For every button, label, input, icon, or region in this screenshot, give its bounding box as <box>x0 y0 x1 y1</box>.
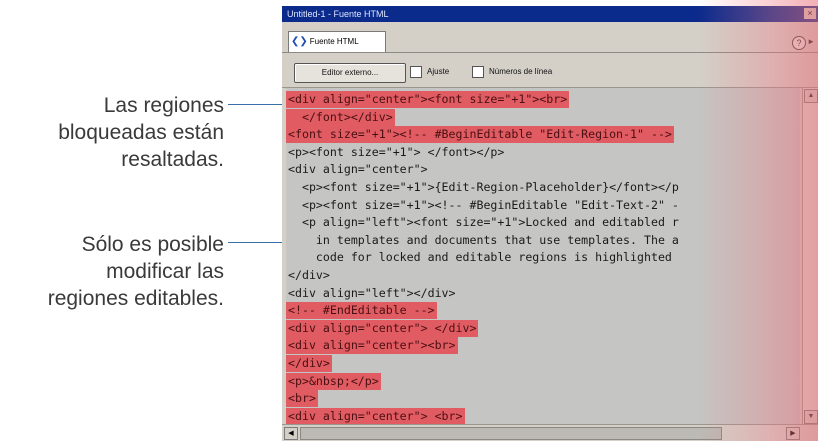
callout-locked-line-3: resaltadas. <box>121 148 224 171</box>
code-line-locked[interactable]: <font size="+1"><!-- #BeginEditable "Edi… <box>286 126 674 144</box>
external-editor-button[interactable]: Editor externo... <box>294 63 406 83</box>
code-line-locked[interactable]: <div align="center"> </div> <box>286 319 479 337</box>
vertical-scrollbar[interactable]: ▲ ▼ <box>802 88 818 425</box>
callout-locked-line-2: bloqueadas están <box>58 121 224 144</box>
horizontal-scrollbar[interactable]: ◀ ▶ <box>282 424 818 441</box>
code-line-editable[interactable]: <div align="center"> <box>286 161 430 178</box>
callout-editable-line-3: regiones editables. <box>47 287 224 310</box>
callout-editable-line-1: Sólo es posible <box>81 233 224 256</box>
html-source-window: Untitled-1 - Fuente HTML × ❮❯ Fuente HTML… <box>282 6 818 441</box>
tab-html-source-label: Fuente HTML <box>309 37 359 46</box>
code-line-editable[interactable]: </div> <box>286 267 332 284</box>
options-menu-arrow-icon[interactable]: ► <box>807 37 815 46</box>
tab-row: ❮❯ Fuente HTML ? ► <box>282 22 818 53</box>
code-line-locked[interactable]: <div align="center"><br> <box>286 337 458 355</box>
code-line-locked[interactable]: <!-- #EndEditable --> <box>286 302 437 320</box>
window-title: Untitled-1 - Fuente HTML <box>287 9 389 19</box>
wrap-checkbox-label: Ajuste <box>427 67 450 76</box>
callout-editable-regions: Sólo es posible modificar las regiones e… <box>48 231 224 312</box>
code-line-editable[interactable]: <p><font size="+1"><!-- #BeginEditable "… <box>286 197 681 214</box>
callout-locked-regions: Las regiones bloqueadas están resaltadas… <box>58 92 224 173</box>
tab-html-source[interactable]: ❮❯ Fuente HTML <box>288 31 386 52</box>
horizontal-scroll-thumb[interactable] <box>300 427 722 440</box>
code-line-locked[interactable]: <p>&nbsp;</p> <box>286 372 381 390</box>
window-titlebar[interactable]: Untitled-1 - Fuente HTML × <box>282 6 818 22</box>
close-icon[interactable]: × <box>804 8 816 19</box>
code-editor[interactable]: <div align="center"><font size="+1"><br>… <box>286 88 800 425</box>
callout-editable-line-2: modificar las <box>106 260 224 283</box>
line-numbers-checkbox[interactable]: Números de línea <box>472 65 552 79</box>
code-line-locked[interactable]: <div align="center"><font size="+1"><br> <box>286 91 570 108</box>
wrap-checkbox[interactable]: Ajuste <box>410 65 449 79</box>
scroll-down-icon[interactable]: ▼ <box>804 410 818 424</box>
source-toolbar: Editor externo... Ajuste Números de líne… <box>282 53 818 88</box>
help-icon[interactable]: ? <box>792 36 806 50</box>
code-line-editable[interactable]: in templates and documents that use temp… <box>286 232 681 249</box>
callout-locked-line-1: Las regiones <box>103 94 224 117</box>
line-numbers-checkbox-label: Números de línea <box>489 67 553 76</box>
code-line-editable[interactable]: <p><font size="+1">{Edit-Region-Placehol… <box>286 179 681 196</box>
code-line-editable[interactable]: <p align="left"><font size="+1">Locked a… <box>286 214 681 231</box>
code-line-locked[interactable]: <br> <box>286 390 318 408</box>
code-line-locked[interactable]: </div> <box>286 355 332 372</box>
wrap-checkbox-box[interactable] <box>410 65 422 78</box>
code-line-editable[interactable]: <p><font size="+1"> </font></p> <box>286 144 506 161</box>
code-line-locked[interactable]: <div align="center"> <br> <box>286 407 465 425</box>
scroll-right-icon[interactable]: ▶ <box>786 427 800 440</box>
callout-locked-leader-line <box>228 104 288 105</box>
code-line-locked[interactable]: </font></div> <box>286 108 395 126</box>
scroll-up-icon[interactable]: ▲ <box>804 89 818 103</box>
scroll-left-icon[interactable]: ◀ <box>284 427 298 440</box>
code-icon: ❮❯ <box>291 36 308 47</box>
code-line-editable[interactable]: code for locked and editable regions is … <box>286 249 674 266</box>
line-numbers-checkbox-box[interactable] <box>472 65 484 78</box>
code-line-editable[interactable]: <div align="left"></div> <box>286 285 458 302</box>
